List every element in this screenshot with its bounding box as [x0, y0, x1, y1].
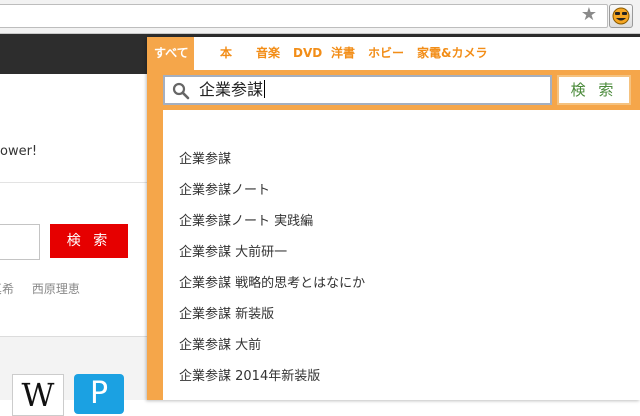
address-bar[interactable] — [0, 4, 608, 28]
suggestion-item[interactable]: 企業参謀 戦略的思考とはなにか — [179, 272, 365, 291]
tagline-text: ower! — [0, 144, 38, 159]
search-icon — [172, 82, 190, 100]
p-app-icon[interactable]: P — [74, 374, 124, 414]
suggestion-item[interactable]: 企業参謀 — [179, 148, 231, 167]
extension-face-icon — [612, 7, 630, 25]
tab-music[interactable]: 音楽 — [256, 37, 280, 70]
tab-electronics-camera[interactable]: 家電&カメラ — [417, 37, 487, 70]
tab-all[interactable]: すべて — [147, 37, 194, 70]
search-button[interactable]: 検 索 — [557, 75, 631, 105]
text-caret — [264, 80, 266, 98]
tab-books[interactable]: 本 — [220, 37, 232, 70]
suggestion-item[interactable]: 企業参謀 大前 — [179, 334, 261, 353]
suggested-names: 真希 西原理恵 — [0, 280, 94, 297]
tab-dvd[interactable]: DVD — [293, 37, 322, 70]
tab-foreign-books[interactable]: 洋書 — [331, 37, 355, 70]
tab-hobby[interactable]: ホビー — [368, 37, 404, 70]
search-popup: すべて 本 音楽 DVD 洋書 ホビー 家電&カメラ 企業参謀 検 索 企業参謀… — [147, 37, 640, 400]
bookmark-star-icon[interactable]: ★ — [578, 4, 600, 26]
search-input[interactable]: 企業参謀 — [163, 75, 552, 105]
suggestion-item[interactable]: 企業参謀 新装版 — [179, 303, 274, 322]
suggestion-item[interactable]: 企業参謀ノート — [179, 179, 270, 198]
name-link[interactable]: 西原理恵 — [32, 282, 80, 296]
background-search-input[interactable] — [0, 224, 40, 260]
search-card: ower! 検 索 真希 西原理恵 — [0, 74, 149, 337]
suggestion-list: 企業参謀 企業参謀ノート 企業参謀ノート 実践編 企業参謀 大前研一 企業参謀 … — [163, 110, 640, 400]
browser-toolbar: ★ — [0, 0, 640, 34]
name-link[interactable]: 真希 — [0, 282, 14, 296]
category-tabs: すべて 本 音楽 DVD 洋書 ホビー 家電&カメラ — [147, 37, 640, 70]
suggestion-item[interactable]: 企業参謀 大前研一 — [179, 241, 287, 260]
search-input-value: 企業参謀 — [199, 80, 266, 99]
divider — [0, 182, 148, 183]
background-search-button[interactable]: 検 索 — [50, 224, 128, 258]
suggestion-item[interactable]: 企業参謀 2014年新装版 — [179, 365, 320, 384]
search-row: 企業参謀 検 索 — [154, 70, 640, 110]
suggestion-item[interactable]: 企業参謀ノート 実践編 — [179, 210, 313, 229]
wikipedia-icon[interactable]: W — [12, 374, 64, 416]
extension-button[interactable] — [609, 4, 633, 28]
